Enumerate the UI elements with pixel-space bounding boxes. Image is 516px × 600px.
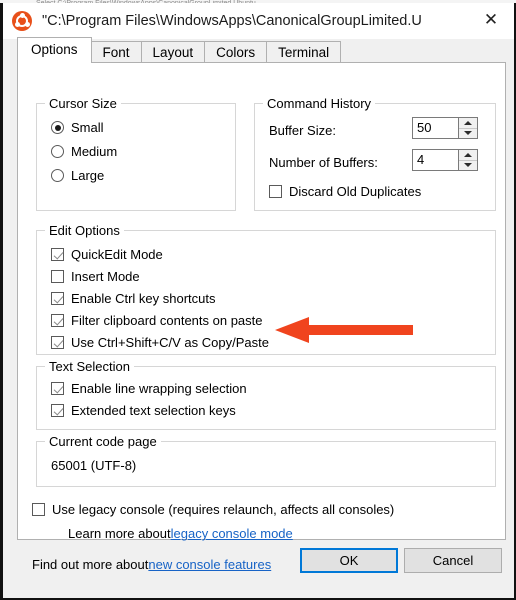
checkbox-label-use-legacy-console: Use legacy console (requires relaunch, a… [52,502,395,517]
titlebar: "C:\Program Files\WindowsApps\CanonicalG… [3,3,514,39]
learn-more-row: Learn more about legacy console mode [68,526,293,541]
buffer-size-input[interactable]: 50 [412,117,459,139]
close-icon[interactable]: ✕ [468,3,514,37]
checkbox-icon-insert-mode [51,270,64,283]
checkbox-filter-clipboard-contents[interactable]: Filter clipboard contents on paste [51,313,263,328]
options-tab-panel: Cursor Size Small Medium Large Command H… [17,62,506,572]
tab-font[interactable]: Font [90,41,142,63]
checkbox-quickedit-mode[interactable]: QuickEdit Mode [51,247,163,262]
checkbox-icon-use-legacy-console [32,503,45,516]
buffer-size-label: Buffer Size: [269,123,336,138]
find-out-more-prefix: Find out more about [32,557,149,572]
radio-icon-small [51,121,64,134]
checkbox-icon-use-ctrl-shift-copy-paste [51,336,64,349]
chevron-down-icon[interactable] [459,129,477,139]
number-of-buffers-label: Number of Buffers: [269,155,378,170]
tab-terminal[interactable]: Terminal [266,41,342,63]
radio-icon-medium [51,145,64,158]
checkbox-insert-mode[interactable]: Insert Mode [51,269,140,284]
current-code-page-value: 65001 (UTF-8) [51,458,137,473]
checkbox-label-discard-old-duplicates: Discard Old Duplicates [289,184,422,199]
checkbox-icon-discard-old-duplicates [269,185,282,198]
radio-label-medium: Medium [71,144,118,159]
current-code-page-group: Current code page 65001 (UTF-8) [36,434,496,487]
number-of-buffers-stepper[interactable]: 4 [412,149,478,171]
checkbox-label-use-ctrl-shift-copy-paste: Use Ctrl+Shift+C/V as Copy/Paste [71,335,269,350]
tab-colors[interactable]: Colors [204,41,268,63]
cursor-size-group-title: Cursor Size [45,96,121,111]
checkbox-label-insert-mode: Insert Mode [71,269,140,284]
buffer-size-stepper[interactable]: 50 [412,117,478,139]
command-history-group-title: Command History [263,96,376,111]
checkbox-icon-filter-clipboard-contents [51,314,64,327]
radio-cursor-medium[interactable]: Medium [51,144,117,159]
checkbox-icon-extended-text-selection-keys [51,404,64,417]
edit-options-group: Edit Options QuickEdit Mode Insert Mode … [36,223,496,355]
text-selection-group: Text Selection Enable line wrapping sele… [36,359,496,430]
command-history-group: Command History Buffer Size: 50 Number o… [254,96,496,211]
checkbox-use-legacy-console[interactable]: Use legacy console (requires relaunch, a… [32,502,394,517]
tab-strip: Options Font Layout Colors Terminal [17,37,506,63]
checkbox-label-extended-text-selection-keys: Extended text selection keys [71,403,236,418]
chevron-down-icon[interactable] [459,161,477,171]
radio-label-large: Large [71,168,105,183]
radio-label-small: Small [71,120,104,135]
cursor-size-group: Cursor Size Small Medium Large [36,96,236,211]
number-of-buffers-spin-buttons [459,149,478,171]
cancel-button[interactable]: Cancel [404,548,502,573]
window-title: "C:\Program Files\WindowsApps\CanonicalG… [42,13,422,29]
checkbox-extended-text-selection-keys[interactable]: Extended text selection keys [51,403,236,418]
find-out-more-row: Find out more about new console features [32,557,271,572]
console-properties-dialog: "C:\Program Files\WindowsApps\CanonicalG… [0,3,516,600]
chevron-up-icon[interactable] [459,150,477,161]
checkbox-label-quickedit-mode: QuickEdit Mode [71,247,163,262]
edit-options-group-title: Edit Options [45,223,124,238]
ubuntu-logo-icon [12,11,32,31]
text-selection-group-title: Text Selection [45,359,134,374]
learn-more-prefix: Learn more about [68,526,171,541]
checkbox-label-filter-clipboard-contents: Filter clipboard contents on paste [71,313,263,328]
radio-cursor-large[interactable]: Large [51,168,104,183]
checkbox-icon-quickedit-mode [51,248,64,261]
legacy-console-mode-link[interactable]: legacy console mode [171,526,293,541]
checkbox-use-ctrl-shift-copy-paste[interactable]: Use Ctrl+Shift+C/V as Copy/Paste [51,335,269,350]
buffer-size-spin-buttons [459,117,478,139]
checkbox-enable-ctrl-key-shortcuts[interactable]: Enable Ctrl key shortcuts [51,291,216,306]
checkbox-icon-enable-line-wrapping-selection [51,382,64,395]
radio-cursor-small[interactable]: Small [51,120,104,135]
ok-button[interactable]: OK [300,548,398,573]
tab-options[interactable]: Options [17,37,92,63]
number-of-buffers-input[interactable]: 4 [412,149,459,171]
radio-icon-large [51,169,64,182]
checkbox-label-enable-line-wrapping-selection: Enable line wrapping selection [71,381,247,396]
chevron-up-icon[interactable] [459,118,477,129]
checkbox-discard-old-duplicates[interactable]: Discard Old Duplicates [269,184,421,199]
current-code-page-group-title: Current code page [45,434,161,449]
tab-layout[interactable]: Layout [140,41,206,63]
new-console-features-link[interactable]: new console features [148,557,271,572]
checkbox-enable-line-wrapping-selection[interactable]: Enable line wrapping selection [51,381,247,396]
checkbox-label-enable-ctrl-key-shortcuts: Enable Ctrl key shortcuts [71,291,216,306]
checkbox-icon-enable-ctrl-key-shortcuts [51,292,64,305]
